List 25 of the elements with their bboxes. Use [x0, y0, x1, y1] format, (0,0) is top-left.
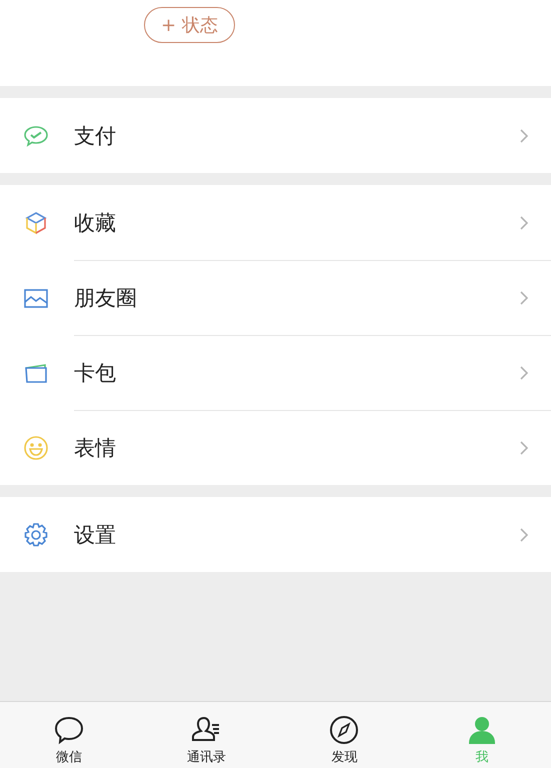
chevron-right-icon — [519, 290, 529, 306]
chevron-right-icon — [519, 214, 529, 230]
compass-icon — [328, 714, 360, 746]
menu-label: 收藏 — [74, 210, 117, 236]
menu-label: 设置 — [74, 522, 117, 548]
menu-label: 朋友圈 — [74, 284, 138, 312]
chevron-right-icon — [519, 526, 529, 542]
menu-item[interactable]: 朋友圈 — [0, 260, 551, 335]
chat-icon — [52, 714, 85, 746]
menu-item[interactable]: 设置 — [0, 497, 551, 572]
menu-label: 卡包 — [74, 360, 117, 386]
chevron-right-icon — [519, 128, 529, 144]
settings-icon — [22, 520, 50, 548]
menu-item[interactable]: 收藏 — [0, 185, 551, 260]
menu-item[interactable]: 支付 — [0, 98, 551, 173]
menu-label: 支付 — [74, 122, 117, 150]
chevron-right-icon — [519, 364, 529, 380]
tab[interactable]: 发现 — [276, 702, 414, 768]
tab[interactable]: 微信 — [0, 702, 138, 768]
menu-item[interactable]: 表情 — [0, 410, 551, 485]
menu-item[interactable]: 卡包 — [0, 335, 551, 410]
chevron-right-icon — [519, 440, 529, 456]
tab[interactable]: 通讯录 — [138, 702, 276, 768]
menu-label: 表情 — [74, 434, 117, 462]
smiley-icon — [22, 434, 50, 462]
